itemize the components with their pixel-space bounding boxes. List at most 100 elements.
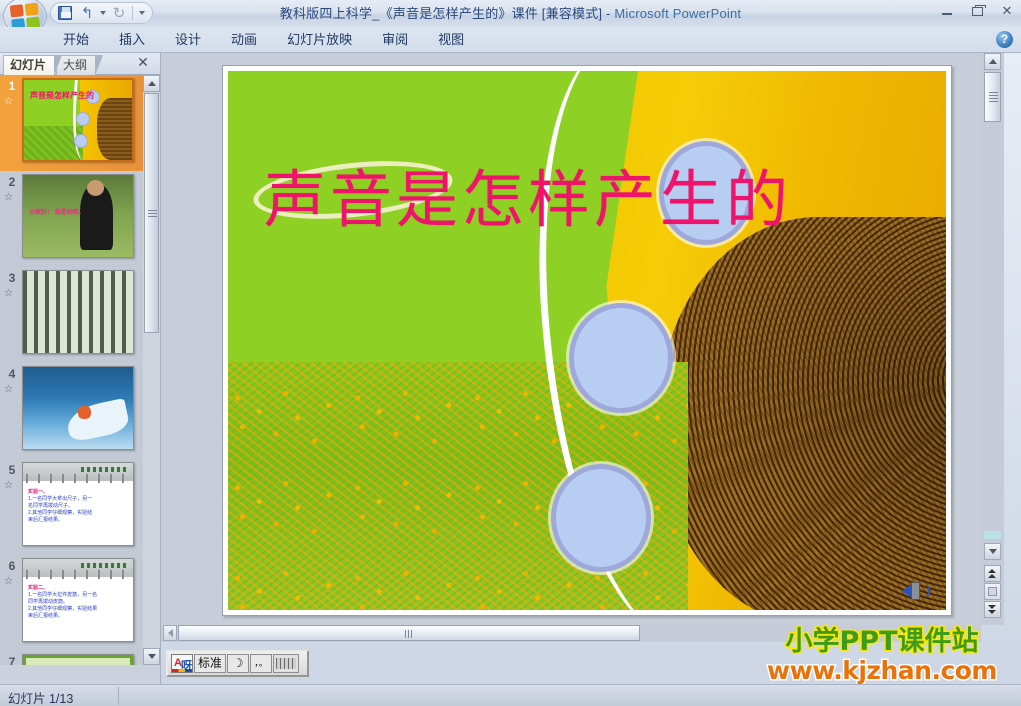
title-separator: - <box>602 6 615 21</box>
thumb-heading: 实验一、 <box>28 489 49 495</box>
decorative-bubble-2 <box>569 302 674 413</box>
scroll-up-button[interactable] <box>984 53 1001 70</box>
grip-icon <box>989 92 998 102</box>
slide-canvas[interactable]: 声音是怎样产生的 <box>228 71 946 610</box>
tab-slideshow[interactable]: 幻灯片放映 <box>272 27 367 53</box>
chevron-left-icon <box>167 629 173 637</box>
thumbnail-image: 大家好！ 我是明明。 <box>22 174 134 258</box>
close-panel-icon[interactable]: ✕ <box>136 55 150 70</box>
slide-thumbnail-3[interactable]: 3 ☆ <box>0 267 143 363</box>
select-browse-object-button[interactable] <box>984 583 1001 600</box>
scroll-left-button[interactable] <box>163 625 177 641</box>
document-title: 教科版四上科学_《声音是怎样产生的》课件 [兼容模式] <box>279 6 603 21</box>
thumbnail-image: 声音是怎样产生的 <box>22 78 134 162</box>
transition-star-icon[interactable]: ☆ <box>4 479 20 493</box>
slide-thumbnail-2[interactable]: 2 ☆ 大家好！ 我是明明。 <box>0 171 143 267</box>
scroll-down-button[interactable] <box>984 543 1001 560</box>
slide-thumbnail-6[interactable]: 6 ☆ 实验二、 1.一名同学大拉件皮筋，另一名 同学再拨动皮筋。 2.其他同学… <box>0 555 143 651</box>
previous-slide-button[interactable] <box>984 565 1001 582</box>
transition-star-icon[interactable]: ☆ <box>4 383 20 397</box>
tab-design[interactable]: 设计 <box>160 27 216 53</box>
slide-thumbnail-list[interactable]: 1 ☆ 声音是怎样产生的 2 ☆ 大家好！ 我是明明。 3 ☆ 4 ☆ 5 ☆ … <box>0 75 143 665</box>
tab-home[interactable]: 开始 <box>48 27 104 53</box>
thumb-title: 声音是怎样产生的 <box>30 91 94 100</box>
scroll-track-highlight <box>984 531 1001 539</box>
slide-number: 5 <box>8 463 16 477</box>
tab-review[interactable]: 审阅 <box>367 27 423 53</box>
transition-star-icon[interactable]: ☆ <box>4 575 20 589</box>
thumb-line-1: 1.一名同学大拿出尺子，另一 <box>28 496 93 502</box>
chevron-up-icon <box>988 59 997 64</box>
slide-navigator-panel: 幻灯片 大纲 ✕ 1 ☆ 声音是怎样产生的 2 ☆ 大家好！ 我是明明。 3 ☆… <box>0 53 160 687</box>
ribbon-tab-bar: 开始 插入 设计 动画 幻灯片放映 审阅 视图 ? <box>0 27 1021 53</box>
thumbnail-image <box>22 270 134 354</box>
status-divider <box>118 687 119 705</box>
slide-thumbnail-5[interactable]: 5 ☆ 实验一、 1.一名同学大拿出尺子，另一 名同学再拨动尺子。 2.其他同学… <box>0 459 143 555</box>
transition-star-icon[interactable]: ☆ <box>4 191 20 205</box>
speaker-icon[interactable] <box>902 580 932 602</box>
minimize-icon <box>942 13 952 15</box>
thumb-line-2: 同学再拨动皮筋。 <box>28 599 69 605</box>
current-slide[interactable]: 声音是怎样产生的 <box>222 65 952 616</box>
scrollbar-thumb[interactable] <box>144 93 159 333</box>
slide-editing-area[interactable]: 声音是怎样产生的 <box>161 53 981 625</box>
ime-keyboard-icon[interactable] <box>273 654 300 673</box>
powerpoint-window: ↰ ↻ 教科版四上科学_《声音是怎样产生的》课件 [兼容模式] - Micros… <box>0 0 1021 706</box>
double-chevron-up-icon <box>988 569 997 578</box>
slide-vertical-scrollbar[interactable] <box>981 53 1004 625</box>
slide-title-text[interactable]: 声音是怎样产生的 <box>264 149 792 239</box>
thumbnail-scrollbar[interactable] <box>143 75 160 665</box>
ime-logo-icon[interactable]: A呀 <box>171 654 193 673</box>
chevron-down-icon <box>147 654 156 659</box>
ime-punctuation-button[interactable]: ，。 <box>250 654 273 673</box>
thumb-line-3: 2.其他同学仔细观察，实验结 <box>28 510 93 516</box>
tab-view[interactable]: 视图 <box>423 27 479 53</box>
help-button[interactable]: ? <box>996 31 1013 48</box>
chevron-down-icon <box>988 549 997 554</box>
thumbnail-image: 震动：一个物体（比如鼓、 <box>22 654 134 665</box>
navigator-tabs: 幻灯片 大纲 ✕ <box>0 53 160 76</box>
title-bar: ↰ ↻ 教科版四上科学_《声音是怎样产生的》课件 [兼容模式] - Micros… <box>0 0 1021 35</box>
browse-object-icon <box>988 587 997 596</box>
transition-star-icon[interactable]: ☆ <box>4 95 20 109</box>
tab-animations[interactable]: 动画 <box>216 27 272 53</box>
close-icon: ✕ <box>1001 3 1013 18</box>
ime-language-bar[interactable]: A呀 标准 ☽ ，。 <box>166 650 309 677</box>
thumb-heading: 实验二、 <box>28 585 49 591</box>
slide-horizontal-scrollbar[interactable] <box>161 625 981 642</box>
tab-slides[interactable]: 幻灯片 <box>3 55 63 76</box>
slide-number: 7 <box>8 655 16 665</box>
minimize-button[interactable] <box>937 2 957 20</box>
slide-number: 3 <box>8 271 16 285</box>
tab-insert[interactable]: 插入 <box>104 27 160 53</box>
scrollbar-thumb[interactable] <box>984 72 1001 122</box>
status-bar: 幻灯片 1/13 <box>0 684 1021 706</box>
ime-mode-button[interactable]: 标准 <box>194 654 227 673</box>
window-title: 教科版四上科学_《声音是怎样产生的》课件 [兼容模式] - Microsoft … <box>0 3 1021 22</box>
scroll-down-button[interactable] <box>143 648 160 665</box>
slide-number: 2 <box>8 175 16 189</box>
double-chevron-down-icon <box>988 605 997 614</box>
slide-thumbnail-7[interactable]: 7 ☆ 震动：一个物体（比如鼓、 <box>0 651 143 665</box>
thumbnail-image: 实验二、 1.一名同学大拉件皮筋，另一名 同学再拨动皮筋。 2.其他同学仔细观察… <box>22 558 134 642</box>
scroll-up-button[interactable] <box>143 75 160 92</box>
close-button[interactable]: ✕ <box>997 2 1017 20</box>
window-controls: ✕ <box>937 2 1017 20</box>
restore-button[interactable] <box>967 2 987 20</box>
transition-star-icon[interactable]: ☆ <box>4 287 20 301</box>
application-name: Microsoft PowerPoint <box>614 6 742 21</box>
thumb-line-4: 束后汇报结果。 <box>28 613 64 619</box>
slide-number: 4 <box>8 367 16 381</box>
slide-thumbnail-1[interactable]: 1 ☆ 声音是怎样产生的 <box>0 75 143 171</box>
slide-counter: 幻灯片 1/13 <box>8 692 74 706</box>
thumb-line-2: 名同学再拨动尺子。 <box>28 503 74 509</box>
slide-thumbnail-4[interactable]: 4 ☆ <box>0 363 143 459</box>
restore-icon <box>971 4 986 16</box>
chevron-up-icon <box>147 81 156 86</box>
ribbon-tabs: 开始 插入 设计 动画 幻灯片放映 审阅 视图 <box>48 27 479 53</box>
scrollbar-thumb[interactable] <box>178 625 640 641</box>
ime-halfwidth-button[interactable]: ☽ <box>227 654 250 673</box>
thumb-line-3: 2.其他同学仔细观察，实验结果 <box>28 606 98 612</box>
next-slide-button[interactable] <box>984 601 1001 618</box>
grip-icon <box>148 209 157 217</box>
